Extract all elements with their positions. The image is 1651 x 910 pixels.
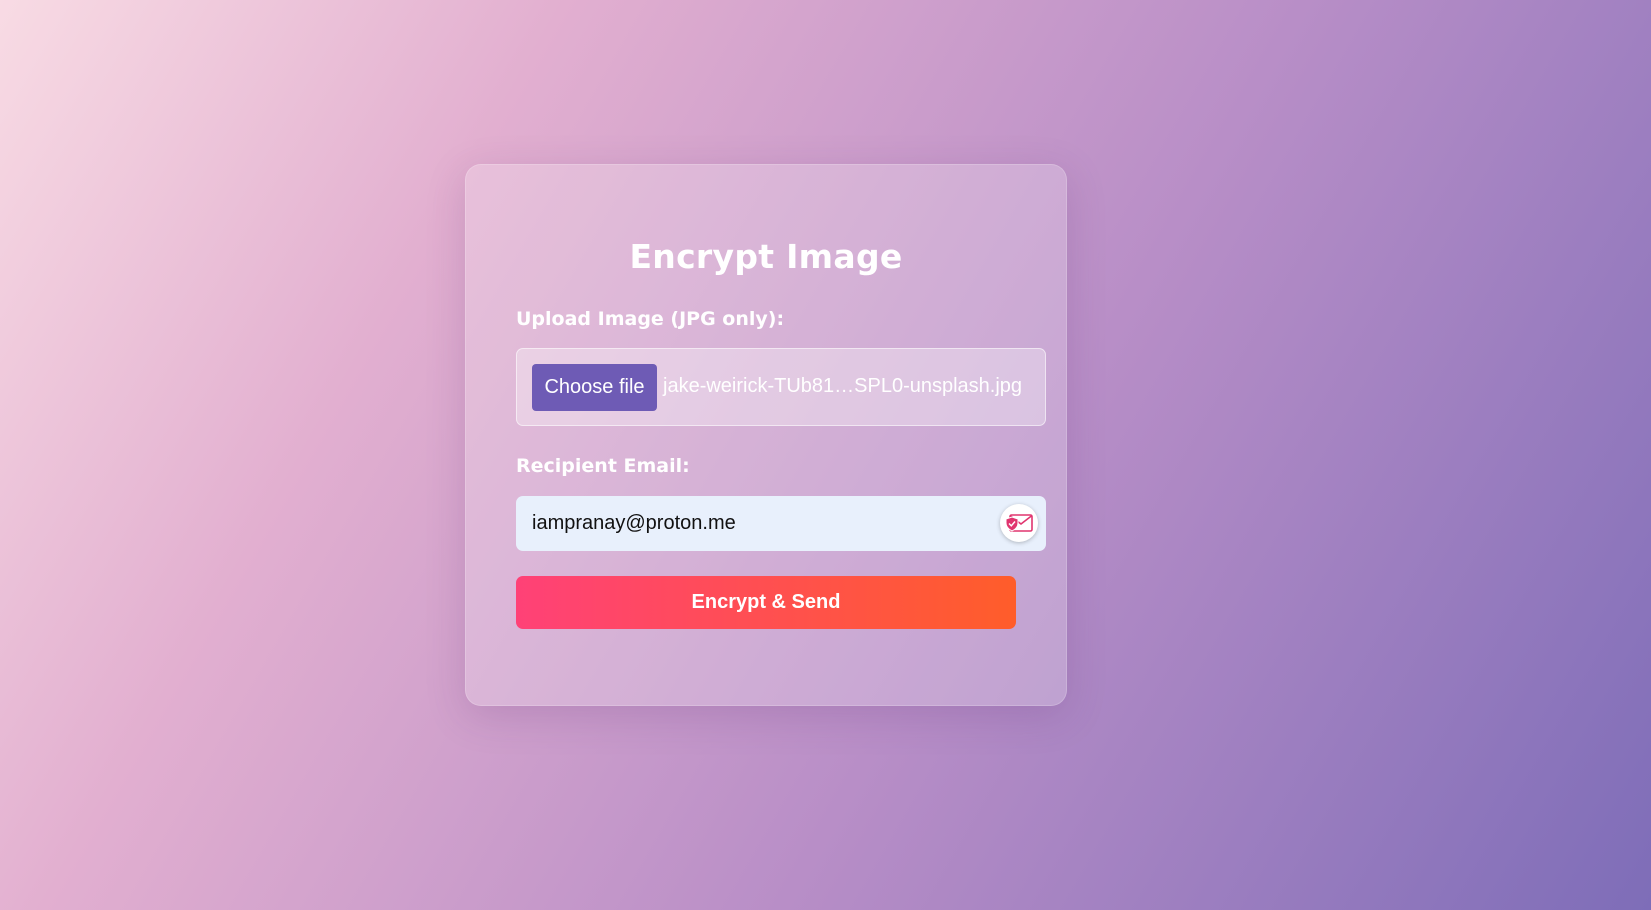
encrypt-card: Encrypt Image Upload Image (JPG only): C… — [465, 164, 1067, 706]
email-label: Recipient Email: — [516, 455, 690, 477]
file-upload-field[interactable]: Choose file jake-weirick-TUb81…SPL0-unsp… — [516, 348, 1046, 426]
page-title: Encrypt Image — [629, 237, 903, 276]
email-field-wrapper — [516, 496, 1046, 551]
upload-label: Upload Image (JPG only): — [516, 308, 785, 330]
selected-file-name: jake-weirick-TUb81…SPL0-unsplash.jpg — [663, 375, 1023, 397]
shield-envelope-icon[interactable] — [1000, 504, 1038, 542]
email-input[interactable] — [516, 496, 1046, 551]
choose-file-button[interactable]: Choose file — [532, 364, 657, 411]
encrypt-send-button[interactable]: Encrypt & Send — [516, 576, 1016, 629]
